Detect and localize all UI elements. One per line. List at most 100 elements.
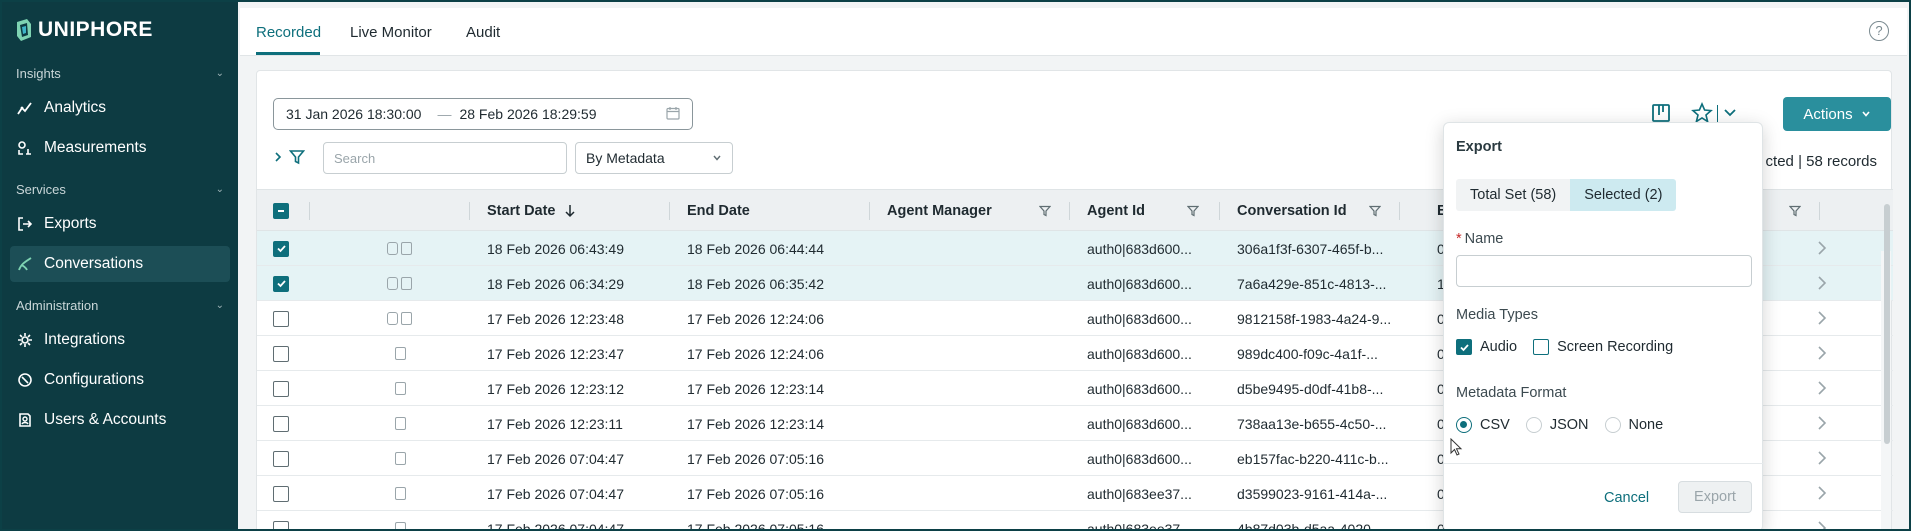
header-agent-manager[interactable]: Agent Manager — [887, 190, 992, 232]
search-input[interactable] — [323, 142, 567, 174]
screen-recording-checkbox[interactable]: Screen Recording — [1533, 339, 1673, 355]
row-checkbox[interactable] — [273, 231, 289, 266]
section-title: Insights — [16, 66, 61, 81]
selected-option[interactable]: Selected (2) — [1570, 179, 1677, 211]
row-checkbox[interactable] — [273, 511, 289, 529]
total-set-option[interactable]: Total Set (58) — [1456, 179, 1571, 211]
sidebar-item-analytics[interactable]: Analytics — [10, 90, 230, 126]
exports-icon — [16, 215, 34, 233]
sidebar-item-users-accounts[interactable]: Users & Accounts — [10, 402, 230, 438]
brand-name: UNIPHORE — [38, 18, 153, 41]
help-icon[interactable]: ? — [1869, 21, 1889, 41]
cell-conversation-id: d3599023-9161-414a-... — [1237, 485, 1388, 502]
sidebar-item-label: Exports — [44, 215, 97, 232]
select-all-checkbox[interactable] — [273, 190, 289, 232]
mouse-cursor-icon — [1450, 438, 1463, 456]
chevron-right-icon[interactable] — [1817, 450, 1827, 469]
cell-end-date: 17 Feb 2026 07:05:16 — [687, 450, 825, 467]
chevron-right-icon[interactable] — [1817, 310, 1827, 329]
header-start-date[interactable]: Start Date — [487, 190, 576, 232]
section-administration[interactable]: Administration ⌄ — [16, 298, 224, 313]
csv-label: CSV — [1480, 417, 1510, 433]
app-window: UNIPHORE Insights ⌄ Analytics Measuremen… — [0, 0, 1911, 531]
radio-unselected — [1604, 417, 1621, 433]
csv-radio[interactable]: CSV — [1456, 417, 1510, 433]
tab-live-monitor[interactable]: Live Monitor — [350, 24, 432, 41]
row-checkbox[interactable] — [273, 406, 289, 441]
chevron-right-icon[interactable] — [1817, 415, 1827, 434]
audio-label: Audio — [1480, 339, 1518, 355]
radio-unselected — [1525, 417, 1542, 433]
metadata-format-group: CSV JSON None — [1456, 417, 1679, 433]
cell-start-date: 17 Feb 2026 12:23:12 — [487, 380, 625, 397]
toolbar-divider — [1717, 105, 1718, 123]
cell-start-date: 17 Feb 2026 12:23:48 — [487, 310, 625, 327]
row-checkbox[interactable] — [273, 266, 289, 301]
cell-agent-id: auth0|683d600... — [1087, 275, 1192, 292]
tab-audit[interactable]: Audit — [466, 24, 500, 41]
cell-agent-id: auth0|683ee37... — [1087, 520, 1192, 531]
column-filter-icon[interactable] — [1039, 190, 1051, 232]
header-agent-id[interactable]: Agent Id — [1087, 190, 1145, 232]
scrollbar-thumb[interactable] — [1884, 204, 1890, 444]
header-conversation-id[interactable]: Conversation Id — [1237, 190, 1347, 232]
media-indicators — [395, 371, 409, 406]
filter-row: By Metadata — [273, 141, 733, 175]
chevron-right-icon[interactable] — [1817, 345, 1827, 364]
section-insights[interactable]: Insights ⌄ — [16, 66, 224, 81]
document-icon — [395, 382, 406, 395]
column-filter-icon[interactable] — [1369, 190, 1381, 232]
chevron-down-icon[interactable] — [1723, 106, 1737, 123]
cell-conversation-id: 9812158f-1983-4a24-9... — [1237, 310, 1392, 327]
sidebar-item-label: Measurements — [44, 139, 147, 156]
export-name-input[interactable] — [1456, 255, 1752, 287]
audio-checkbox[interactable]: Audio — [1456, 339, 1517, 355]
chevron-right-icon[interactable] — [1817, 240, 1827, 259]
row-checkbox[interactable] — [273, 301, 289, 336]
tab-recorded[interactable]: Recorded — [256, 24, 321, 41]
calendar-icon — [666, 106, 680, 123]
header-end-date[interactable]: End Date — [687, 190, 750, 232]
chevron-right-icon[interactable] — [1817, 520, 1827, 529]
sidebar-item-exports[interactable]: Exports — [10, 206, 230, 242]
lock-icon — [387, 312, 398, 325]
cell-start-date: 17 Feb 2026 07:04:47 — [487, 520, 625, 531]
sidebar-item-measurements[interactable]: Measurements — [10, 130, 230, 166]
row-checkbox[interactable] — [273, 441, 289, 476]
chevron-right-icon[interactable] — [273, 150, 283, 166]
analytics-icon — [16, 99, 34, 117]
chevron-right-icon[interactable] — [1817, 485, 1827, 504]
conversations-icon — [16, 255, 34, 273]
none-radio[interactable]: None — [1604, 417, 1663, 433]
section-services[interactable]: Services ⌄ — [16, 182, 224, 197]
chevron-right-icon[interactable] — [1817, 275, 1827, 294]
chevron-down-icon: ⌄ — [215, 184, 224, 195]
export-button[interactable]: Export — [1678, 481, 1752, 513]
export-scope-toggle: Total Set (58) Selected (2) — [1456, 179, 1677, 211]
document-icon — [395, 487, 406, 500]
radio-selected — [1456, 417, 1472, 433]
lock-icon — [387, 242, 398, 255]
sidebar-item-configurations[interactable]: Configurations — [10, 362, 230, 398]
column-divider — [1399, 202, 1400, 220]
json-radio[interactable]: JSON — [1525, 417, 1589, 433]
cancel-button[interactable]: Cancel — [1598, 483, 1655, 513]
filter-icon[interactable] — [288, 149, 306, 168]
column-filter-icon[interactable] — [1187, 190, 1199, 232]
chevron-right-icon[interactable] — [1817, 380, 1827, 399]
row-checkbox[interactable] — [273, 336, 289, 371]
chevron-down-icon — [1861, 111, 1870, 117]
sidebar-item-integrations[interactable]: Integrations — [10, 322, 230, 358]
section-title: Administration — [16, 298, 99, 313]
document-icon — [395, 522, 406, 529]
integrations-icon — [16, 331, 34, 349]
column-filter-icon[interactable] — [1789, 190, 1801, 232]
actions-button[interactable]: Actions — [1783, 97, 1891, 131]
row-checkbox[interactable] — [273, 476, 289, 511]
lock-icon — [387, 277, 398, 290]
sidebar-item-conversations[interactable]: Conversations — [10, 246, 230, 282]
date-range-picker[interactable]: 31 Jan 2026 18:30:00 — 28 Feb 2026 18:29… — [273, 98, 693, 130]
row-checkbox[interactable] — [273, 371, 289, 406]
metadata-select[interactable]: By Metadata — [575, 142, 733, 174]
cell-agent-id: auth0|683d600... — [1087, 380, 1192, 397]
